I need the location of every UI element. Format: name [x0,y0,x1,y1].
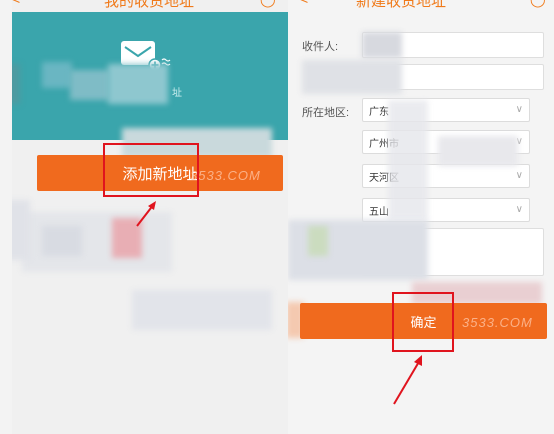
mosaic-block [70,70,110,100]
back-icon[interactable]: < [300,0,308,7]
highlight-box [392,292,454,352]
mosaic-block [12,64,20,104]
mosaic-block [308,226,328,256]
banner-label: 址 [172,88,182,99]
mosaic-block [108,64,168,104]
chevron-down-icon: ∨ [515,104,523,115]
info-icon[interactable]: ◯ [530,0,546,8]
mosaic-block [12,200,30,260]
province-value: 广东 [369,107,389,118]
watermark: 3533.COM [190,168,261,183]
street-value: 五山 [369,207,389,218]
address-banner: 址 [12,12,288,140]
region-label: 所在地区: [302,107,350,119]
mosaic-block [302,60,402,94]
info-icon[interactable]: ◯ [260,0,276,8]
mosaic-block [438,136,518,166]
address-list-screen: 我的收货地址 < ◯ 址 添加新地址 3533.COM [12,0,288,434]
page-title: 我的收货地址 [104,0,195,10]
mosaic-block [362,32,402,58]
back-icon[interactable]: < [12,0,20,7]
chevron-down-icon: ∨ [515,204,523,215]
arrow-icon [136,201,156,227]
mosaic-block [388,100,428,220]
highlight-box [103,143,199,197]
mosaic-block [42,226,82,256]
page-title: 新建收货地址 [356,0,447,10]
watermark: 3533.COM [462,315,533,330]
mosaic-block [132,290,272,330]
mosaic-block [42,62,72,88]
arrow-icon [393,355,422,405]
recipient-label: 收件人: [302,41,339,53]
chevron-down-icon: ∨ [515,170,523,181]
